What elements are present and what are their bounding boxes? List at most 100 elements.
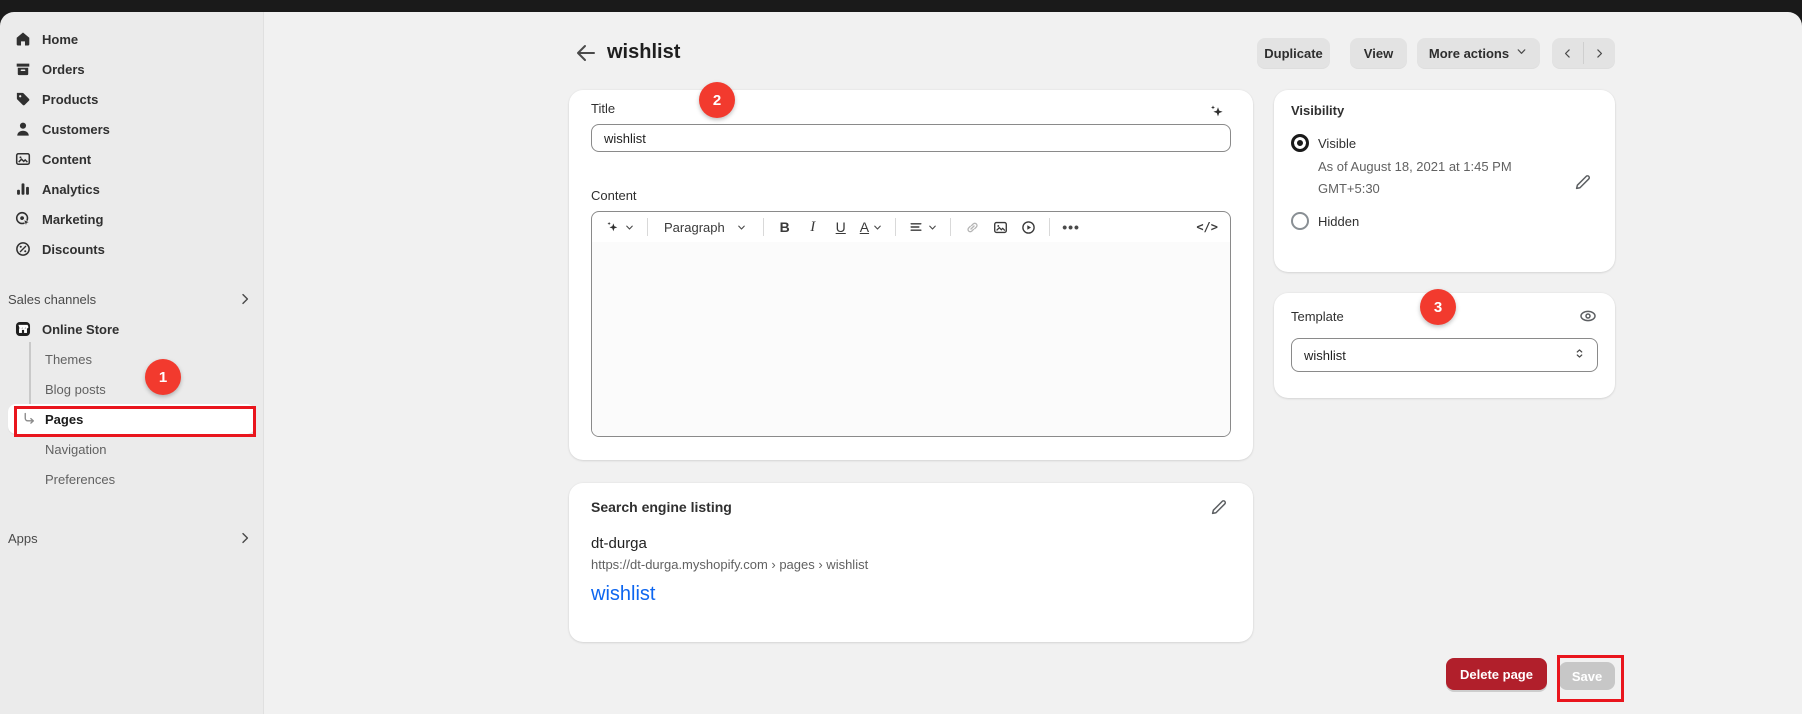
sidebar-item-analytics[interactable]: Analytics [8, 174, 255, 204]
main-area: wishlist Duplicate View More actions [264, 12, 1802, 714]
chevron-right-icon [237, 530, 253, 546]
chevron-down-icon [872, 222, 883, 233]
seo-page-link[interactable]: wishlist [591, 583, 1231, 606]
text-color-button[interactable]: A [856, 214, 887, 240]
sidebar-item-marketing[interactable]: Marketing [8, 204, 255, 234]
title-input[interactable] [591, 124, 1231, 152]
sidebar-item-label: Orders [42, 62, 85, 77]
sidebar-subitem-navigation[interactable]: Navigation [8, 434, 255, 464]
hidden-label: Hidden [1318, 214, 1359, 229]
edit-seo-pencil-icon[interactable] [1209, 497, 1229, 517]
view-button[interactable]: View [1350, 38, 1407, 68]
alignment-button[interactable] [904, 214, 942, 240]
sidebar-item-orders[interactable]: Orders [8, 54, 255, 84]
align-left-icon [908, 219, 924, 235]
more-actions-label: More actions [1429, 46, 1509, 61]
sidebar-subitem-themes[interactable]: Themes [8, 344, 255, 374]
content-icon [14, 150, 32, 168]
delete-page-button[interactable]: Delete page [1446, 658, 1547, 690]
image-icon [992, 219, 1009, 236]
template-heading: Template [1291, 309, 1344, 324]
sidebar-subitem-label: Blog posts [45, 382, 106, 397]
toolbar-divider [895, 218, 896, 236]
save-button[interactable]: Save [1559, 662, 1615, 690]
link-button[interactable] [959, 214, 985, 240]
annotation-step-2: 2 [699, 82, 735, 118]
previous-page-button[interactable] [1552, 38, 1583, 68]
paragraph-style-label: Paragraph [664, 220, 725, 235]
select-updown-icon [1572, 346, 1587, 364]
sidebar: Home Orders ProductsCustomers Content Analyt… [0, 12, 264, 714]
sidebar-item-content[interactable]: Content [8, 144, 255, 174]
seo-card: Search engine listing dt-durga https://d… [569, 483, 1253, 642]
insert-video-button[interactable] [1015, 214, 1041, 240]
sales-channels-label: Sales channels [8, 292, 96, 307]
sidebar-section-apps[interactable]: Apps [8, 523, 253, 553]
ai-sparkle-icon[interactable] [1207, 102, 1227, 122]
discounts-icon [14, 240, 32, 258]
sidebar-subitem-pages[interactable]: Pages [8, 404, 255, 434]
sidebar-subitem-label: Navigation [45, 442, 106, 457]
sidebar-subitem-label: Themes [45, 352, 92, 367]
hidden-radio-row[interactable]: Hidden [1291, 212, 1598, 230]
toolbar-divider [1049, 218, 1050, 236]
duplicate-button[interactable]: Duplicate [1257, 38, 1330, 68]
sidebar-nav-online-store-sub: ThemesBlog posts1PagesNavigationPreferen… [0, 344, 263, 494]
sidebar-item-home[interactable]: Home [8, 24, 255, 54]
visible-radio-row[interactable]: Visible [1291, 134, 1598, 152]
chevron-down-icon [624, 222, 635, 233]
seo-heading: Search engine listing [591, 499, 1231, 515]
more-actions-button[interactable]: More actions [1417, 38, 1540, 68]
paragraph-style-button[interactable]: Paragraph [656, 214, 755, 240]
save-button-wrap: Save [1559, 662, 1615, 690]
sidebar-item-products[interactable]: Products [8, 84, 255, 114]
hidden-radio[interactable] [1291, 212, 1309, 230]
underline-button[interactable]: U [828, 214, 854, 240]
link-icon [964, 219, 981, 236]
back-button[interactable] [574, 42, 598, 64]
visible-since-text: As of August 18, 2021 at 1:45 PM GMT+5:3… [1318, 156, 1546, 200]
template-card: 3 Template wishlist [1274, 293, 1615, 398]
code-view-button[interactable]: </> [1192, 214, 1222, 240]
sidebar-item-label: Content [42, 152, 91, 167]
sidebar-item-label: Home [42, 32, 78, 47]
annotation-step-1: 1 [145, 359, 181, 395]
marketing-icon [14, 210, 32, 228]
edit-visibility-pencil-icon[interactable] [1573, 172, 1593, 192]
sidebar-item-customers[interactable]: Customers [8, 114, 255, 144]
preview-eye-icon[interactable] [1578, 306, 1598, 326]
ai-assist-button[interactable] [600, 214, 639, 240]
visibility-heading: Visibility [1291, 103, 1598, 118]
chevron-down-icon [927, 222, 938, 233]
play-circle-icon [1020, 219, 1037, 236]
sidebar-subitem-label: Pages [45, 412, 83, 427]
toolbar-divider [647, 218, 648, 236]
online-store-label: Online Store [42, 322, 119, 337]
sidebar-item-online-store[interactable]: Online Store [8, 314, 255, 344]
record-pager [1552, 38, 1615, 68]
template-select-value: wishlist [1304, 348, 1346, 363]
next-page-button[interactable] [1584, 38, 1615, 68]
chevron-right-icon [237, 291, 253, 307]
toolbar-divider [950, 218, 951, 236]
insert-image-button[interactable] [987, 214, 1013, 240]
sidebar-section-sales-channels[interactable]: Sales channels [8, 284, 253, 314]
sidebar-item-label: Discounts [42, 242, 105, 257]
sidebar-nav-main: Home Orders ProductsCustomers Content Analyt… [0, 24, 263, 264]
title-field-label: Title [591, 101, 1231, 116]
visibility-card: Visibility Visible As of August 18, 2021… [1274, 90, 1615, 272]
home-icon [14, 30, 32, 48]
bold-button[interactable]: B [772, 214, 798, 240]
more-formatting-button[interactable]: ••• [1058, 214, 1084, 240]
sidebar-subitem-blog-posts[interactable]: Blog posts1 [8, 374, 255, 404]
italic-button[interactable]: I [800, 214, 826, 240]
sidebar-subitem-label: Preferences [45, 472, 115, 487]
sidebar-item-discounts[interactable]: Discounts [8, 234, 255, 264]
annotation-step-3: 3 [1420, 289, 1456, 325]
template-select[interactable]: wishlist [1291, 338, 1598, 372]
sidebar-subitem-preferences[interactable]: Preferences [8, 464, 255, 494]
seo-site-title: dt-durga [591, 535, 1231, 552]
customers-icon [14, 120, 32, 138]
content-editor-area[interactable] [592, 242, 1230, 436]
visible-radio[interactable] [1291, 134, 1309, 152]
